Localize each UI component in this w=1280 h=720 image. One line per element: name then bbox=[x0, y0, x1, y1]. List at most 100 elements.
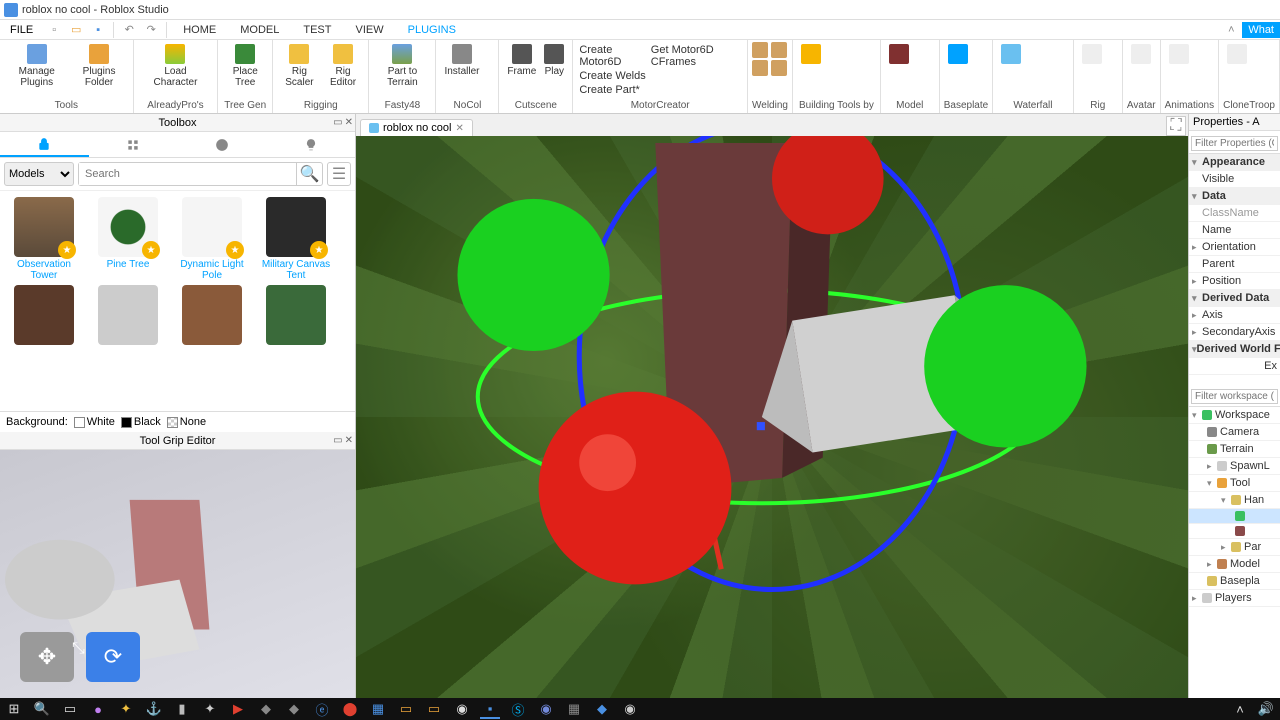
file-explorer-icon[interactable]: ▭ bbox=[424, 699, 444, 719]
tab-plugins[interactable]: PLUGINS bbox=[396, 22, 468, 38]
toolbox-tab-creations[interactable] bbox=[266, 132, 355, 157]
toolbox-item[interactable] bbox=[258, 285, 334, 345]
task-view-icon[interactable]: ▭ bbox=[60, 699, 80, 719]
explorer-baseplate[interactable]: Basepla bbox=[1189, 573, 1280, 590]
prop-cat-appearance[interactable]: ▾Appearance bbox=[1189, 154, 1280, 171]
viewport-expand-icon[interactable]: ⛶ bbox=[1166, 116, 1186, 136]
qa-new-icon[interactable]: ▫ bbox=[45, 21, 63, 39]
qa-undo-icon[interactable]: ↶ bbox=[120, 21, 138, 39]
toolbox-item[interactable] bbox=[90, 285, 166, 345]
toolbox-tab-recent[interactable] bbox=[178, 132, 267, 157]
prop-visible[interactable]: Visible bbox=[1189, 171, 1280, 188]
taskbar-app-icon[interactable]: ✦ bbox=[200, 699, 220, 719]
tab-model[interactable]: MODEL bbox=[228, 22, 291, 38]
prop-cat-derived[interactable]: ▾Derived Data bbox=[1189, 290, 1280, 307]
prop-cat-data[interactable]: ▾Data bbox=[1189, 188, 1280, 205]
properties-filter-input[interactable] bbox=[1191, 136, 1278, 151]
skype-icon[interactable]: Ⓢ bbox=[508, 699, 528, 719]
welding-icon-2[interactable] bbox=[771, 42, 787, 58]
tray-chevron-icon[interactable]: ˄ bbox=[1230, 699, 1250, 719]
chrome-icon[interactable]: ◉ bbox=[452, 699, 472, 719]
plugins-folder-button[interactable]: Plugins Folder bbox=[69, 42, 128, 90]
toolbox-item[interactable]: ★Military Canvas Tent bbox=[258, 197, 334, 281]
taskbar-app-icon[interactable]: ⬤ bbox=[340, 699, 360, 719]
baseplate-button[interactable] bbox=[944, 42, 972, 68]
start-menu-icon[interactable]: ⊞ bbox=[4, 699, 24, 719]
obs-icon[interactable]: ◉ bbox=[620, 699, 640, 719]
explorer-spawn[interactable]: ▸SpawnL bbox=[1189, 458, 1280, 475]
toolbox-filter-icon[interactable]: ☰ bbox=[327, 162, 351, 186]
waterfall-button[interactable] bbox=[997, 42, 1025, 68]
bg-white-option[interactable]: White bbox=[74, 416, 115, 428]
bg-none-option[interactable]: None bbox=[167, 416, 206, 428]
toolbox-tab-marketplace[interactable] bbox=[0, 132, 89, 157]
avatar-button[interactable] bbox=[1127, 42, 1155, 68]
toolbox-close-icon[interactable]: ✕ bbox=[345, 117, 353, 128]
prop-parent[interactable]: Parent bbox=[1189, 256, 1280, 273]
taskbar-app-icon[interactable]: ▦ bbox=[368, 699, 388, 719]
explorer-workspace[interactable]: ▾Workspace bbox=[1189, 407, 1280, 424]
toolbox-item[interactable]: ★Pine Tree bbox=[90, 197, 166, 281]
welding-icon-3[interactable] bbox=[752, 60, 768, 76]
prop-position[interactable]: ▸Position bbox=[1189, 273, 1280, 290]
explorer-players[interactable]: ▸Players bbox=[1189, 590, 1280, 607]
create-motor6d-button[interactable]: Create Motor6D bbox=[579, 44, 642, 68]
qa-redo-icon[interactable]: ↷ bbox=[142, 21, 160, 39]
3d-viewport[interactable] bbox=[356, 136, 1188, 698]
rig-scaler-button[interactable]: Rig Scaler bbox=[277, 42, 321, 90]
toolbox-item[interactable] bbox=[6, 285, 82, 345]
get-motor6d-cframes-button[interactable]: Get Motor6D CFrames bbox=[651, 44, 741, 68]
cutscene-play-button[interactable]: Play bbox=[540, 42, 568, 79]
explorer-model[interactable]: ▸Model bbox=[1189, 556, 1280, 573]
create-welds-button[interactable]: Create Welds bbox=[579, 70, 645, 82]
tab-home[interactable]: HOME bbox=[171, 22, 228, 38]
document-tab[interactable]: roblox no cool ✕ bbox=[360, 119, 473, 136]
edge-icon[interactable]: ⓔ bbox=[312, 699, 332, 719]
taskbar-app-icon[interactable]: ◆ bbox=[256, 699, 276, 719]
whats-new-link[interactable]: What bbox=[1242, 22, 1280, 38]
file-menu[interactable]: FILE bbox=[0, 22, 43, 38]
taskbar-app-icon[interactable]: ▮ bbox=[172, 699, 192, 719]
tray-volume-icon[interactable]: 🔊 bbox=[1256, 699, 1276, 719]
building-tools-button[interactable] bbox=[797, 42, 825, 68]
toolbox-search-input[interactable] bbox=[79, 163, 296, 185]
toolbox-category-select[interactable]: Models bbox=[4, 162, 74, 186]
qa-open-icon[interactable]: ▭ bbox=[67, 21, 85, 39]
load-character-button[interactable]: Load Character bbox=[138, 42, 214, 90]
place-tree-button[interactable]: Place Tree bbox=[222, 42, 268, 90]
create-part-button[interactable]: Create Part* bbox=[579, 84, 640, 96]
prop-secondaryaxis[interactable]: ▸SecondaryAxis bbox=[1189, 324, 1280, 341]
tool-grip-viewport[interactable]: ✥ ⟳ ⤡ bbox=[0, 450, 355, 698]
explorer-camera[interactable]: Camera bbox=[1189, 424, 1280, 441]
manage-plugins-button[interactable]: Manage Plugins bbox=[4, 42, 69, 90]
explorer-mesh[interactable] bbox=[1189, 524, 1280, 539]
tab-view[interactable]: VIEW bbox=[343, 22, 395, 38]
welding-icon-1[interactable] bbox=[752, 42, 768, 58]
clonetroop-button[interactable] bbox=[1223, 42, 1251, 68]
taskbar-app-icon[interactable]: ◆ bbox=[592, 699, 612, 719]
explorer-selected[interactable] bbox=[1189, 509, 1280, 524]
explorer-tool[interactable]: ▾Tool bbox=[1189, 475, 1280, 492]
taskbar-app-icon[interactable]: ✦ bbox=[116, 699, 136, 719]
prop-cat-derivedworld[interactable]: ▾Derived World F bbox=[1189, 341, 1280, 358]
discord-icon[interactable]: ◉ bbox=[536, 699, 556, 719]
explorer-part[interactable]: ▸Par bbox=[1189, 539, 1280, 556]
prop-name[interactable]: Name bbox=[1189, 222, 1280, 239]
toolbox-item[interactable] bbox=[174, 285, 250, 345]
taskbar-app-icon[interactable]: ▶ bbox=[228, 699, 248, 719]
cutscene-frame-button[interactable]: Frame bbox=[503, 42, 540, 79]
tge-move-button[interactable]: ✥ bbox=[20, 632, 74, 682]
installer-button[interactable]: Installer bbox=[440, 42, 483, 79]
animations-button[interactable] bbox=[1165, 42, 1193, 68]
explorer-terrain[interactable]: Terrain bbox=[1189, 441, 1280, 458]
prop-classname[interactable]: ClassName bbox=[1189, 205, 1280, 222]
collapse-ribbon-icon[interactable]: ˄ bbox=[1222, 21, 1240, 39]
rig-editor-button[interactable]: Rig Editor bbox=[322, 42, 365, 90]
file-explorer-icon[interactable]: ▭ bbox=[396, 699, 416, 719]
tge-close-icon[interactable]: ✕ bbox=[345, 435, 353, 446]
search-icon[interactable]: 🔍 bbox=[296, 163, 322, 185]
model-resize-button[interactable] bbox=[885, 42, 913, 68]
tab-test[interactable]: TEST bbox=[291, 22, 343, 38]
taskbar-app-icon[interactable]: ▦ bbox=[564, 699, 584, 719]
taskbar-app-icon[interactable]: ⚓ bbox=[144, 699, 164, 719]
